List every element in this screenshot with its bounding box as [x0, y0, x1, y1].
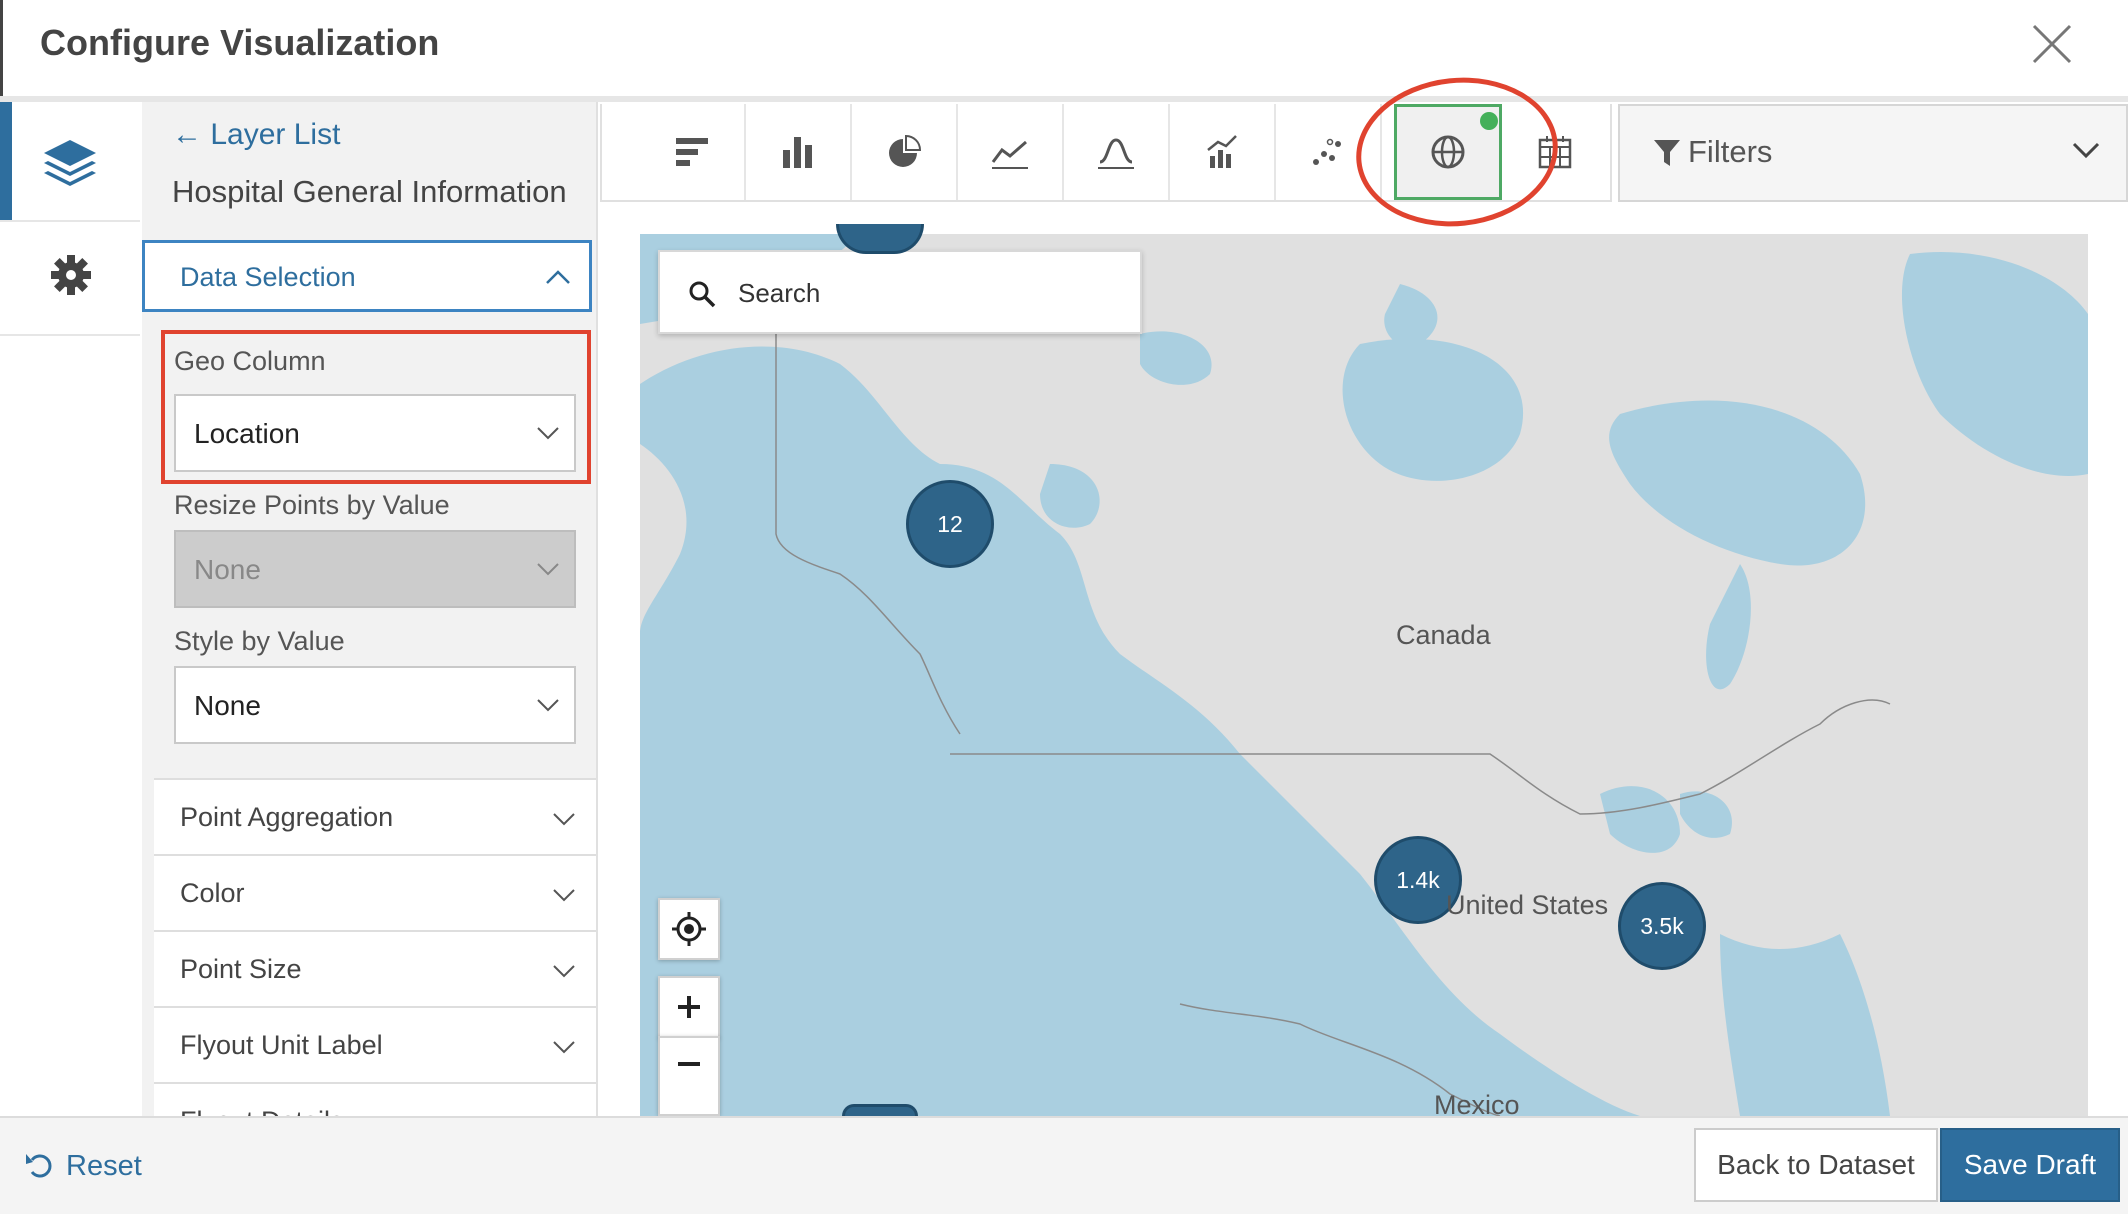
locate-me-button[interactable] [658, 898, 720, 960]
accordion-color[interactable]: Color [154, 854, 596, 930]
map-label-united-states: United States [1446, 890, 1609, 920]
barchart-vertical-button[interactable] [746, 104, 852, 200]
style-by-value-label: Style by Value [174, 626, 345, 656]
timeline-button[interactable] [958, 104, 1064, 200]
layer-list-link[interactable]: ← Layer List [172, 118, 340, 152]
chevron-down-icon [553, 965, 575, 978]
map-cluster[interactable]: 3.5k [1618, 882, 1706, 970]
search-icon [689, 281, 716, 308]
highlight-annotation [161, 330, 591, 484]
histogram-icon [1098, 138, 1134, 169]
map-cluster[interactable]: 12 [906, 480, 994, 568]
undo-icon[interactable] [24, 1150, 54, 1185]
layers-icon [44, 140, 96, 186]
minus-icon [678, 1062, 700, 1066]
bar-horizontal-icon [676, 138, 708, 166]
arrow-left-icon: ← [172, 118, 202, 151]
resize-points-label: Resize Points by Value [174, 490, 450, 520]
back-to-dataset-button[interactable]: Back to Dataset [1694, 1128, 1938, 1202]
settings-tab[interactable] [0, 220, 140, 336]
layers-tab[interactable] [0, 102, 140, 220]
chevron-down-icon [553, 813, 575, 826]
locate-icon [672, 912, 706, 946]
map-label-canada: Canada [1396, 620, 1491, 650]
scatter-icon [1313, 138, 1341, 165]
bar-vertical-icon [783, 137, 812, 168]
filters-label: Filters [1688, 134, 1773, 169]
filter-icon [1654, 140, 1680, 166]
zoom-out-button[interactable] [658, 1036, 720, 1116]
accordion-flyout-unit-label[interactable]: Flyout Unit Label [154, 1006, 596, 1082]
map-cluster-partial[interactable] [842, 1104, 918, 1116]
accordion-point-size[interactable]: Point Size [154, 930, 596, 1006]
map-basemap [640, 234, 2088, 1116]
chevron-down-icon [537, 563, 559, 576]
map-canvas[interactable] [640, 234, 2088, 1116]
active-tab-indicator [0, 102, 12, 220]
save-draft-button[interactable]: Save Draft [1940, 1128, 2120, 1202]
accordion-point-aggregation[interactable]: Point Aggregation [154, 778, 596, 854]
pie-chart-icon [889, 134, 922, 167]
reset-button[interactable]: Reset [66, 1150, 142, 1183]
zoom-in-button[interactable] [658, 976, 720, 1038]
chevron-down-icon [553, 889, 575, 902]
chevron-down-icon [2072, 142, 2100, 159]
histogram-button[interactable] [1064, 104, 1170, 200]
plus-icon [678, 996, 700, 1018]
chevron-up-icon [546, 270, 570, 284]
barchart-horizontal-button[interactable] [640, 104, 746, 200]
style-by-value-select[interactable]: None [174, 666, 576, 744]
line-chart-icon [991, 140, 1028, 169]
layer-name: Hospital General Information [172, 174, 567, 209]
search-placeholder: Search [738, 278, 821, 308]
resize-points-select: None [174, 530, 576, 608]
chevron-down-icon [537, 699, 559, 712]
pie-chart-button[interactable] [852, 104, 958, 200]
map-search-input[interactable] [658, 250, 1142, 334]
combo-chart-icon [1207, 135, 1237, 168]
combo-chart-button[interactable] [1170, 104, 1276, 200]
dialog-title: Configure Visualization [40, 22, 440, 63]
data-selection-title: Data Selection [180, 262, 356, 292]
gear-icon [51, 255, 91, 295]
close-icon[interactable] [2030, 22, 2074, 66]
chevron-down-icon [553, 1041, 575, 1054]
circle-annotation [1348, 67, 1566, 237]
